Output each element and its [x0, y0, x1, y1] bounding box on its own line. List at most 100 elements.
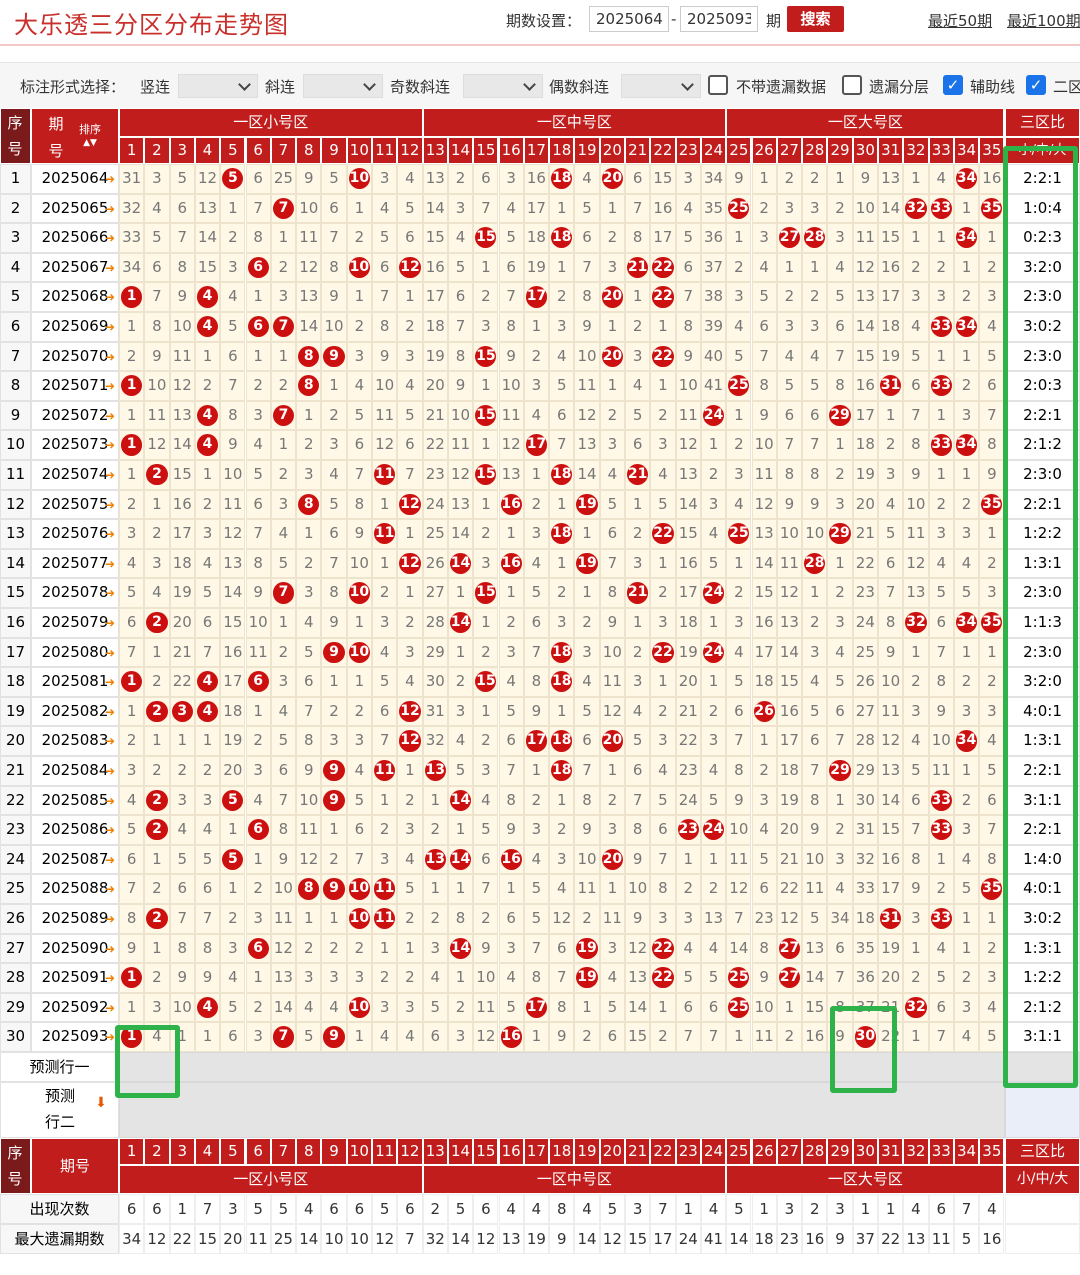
missing-count: 2	[759, 761, 769, 779]
missing-count: 2	[809, 169, 820, 187]
filter-vertical-select[interactable]	[178, 74, 258, 98]
missing-count: 2	[202, 376, 213, 395]
number-header: 3	[169, 137, 195, 164]
missing-count: 7	[278, 790, 289, 809]
missing-count: 3	[607, 938, 618, 957]
missing-count: 14	[299, 317, 319, 335]
filter-odd-diagonal-select[interactable]	[463, 74, 543, 98]
period-to-input[interactable]	[680, 6, 758, 32]
missing-count: 9	[784, 494, 795, 513]
missing-count: 1	[455, 879, 466, 898]
drawn-number-ball: 4	[196, 286, 219, 308]
recent-50-link[interactable]: 最近50期	[928, 10, 992, 31]
missing-count: 1	[708, 672, 719, 691]
missing-count: 10	[805, 524, 825, 543]
missing-count: 25	[273, 169, 293, 187]
missing-count: 1	[177, 731, 188, 750]
number-header: 30	[852, 1138, 878, 1165]
number-header: 28	[802, 1138, 828, 1165]
period-from-input[interactable]	[589, 6, 669, 32]
predict-row-1[interactable]	[119, 1052, 1080, 1082]
filter-even-diagonal-select[interactable]	[621, 74, 701, 98]
drawn-number-ball: 29	[829, 404, 851, 427]
missing-count: 17	[754, 642, 774, 661]
missing-count: 6	[683, 997, 694, 1016]
missing-count: 3	[329, 435, 339, 454]
missing-count: 8	[936, 672, 947, 691]
missing-count: 4	[329, 997, 339, 1016]
missing-count: 11	[147, 405, 167, 424]
missing-count: 17	[779, 731, 799, 750]
guide-line-checkbox[interactable]: ✓	[943, 75, 963, 95]
missing-count: 7	[228, 376, 238, 395]
missing-count: 2	[278, 642, 289, 661]
missing-count: 1	[556, 494, 567, 513]
missing-count: 11	[754, 465, 774, 483]
zone-footer: 一区中号区	[422, 1165, 727, 1194]
missing-count: 8	[253, 553, 263, 572]
missing-count: 7	[455, 317, 466, 335]
missing-count: 13	[805, 938, 825, 957]
missing-count: 9	[885, 642, 896, 661]
number-header: 24	[700, 1138, 727, 1165]
missing-count: 9	[177, 287, 188, 306]
number-header: 25	[726, 1138, 752, 1165]
missing-count: 12	[779, 909, 799, 927]
missing-count: 12	[299, 257, 319, 276]
missing-count: 2	[354, 938, 365, 957]
missing-count: 2	[987, 553, 997, 572]
stat-value: 1	[878, 1194, 904, 1224]
recent-100-link[interactable]: 最近100期	[1007, 10, 1080, 31]
missing-count: 1	[303, 909, 314, 927]
missing-count: 11	[906, 524, 926, 543]
no-missing-data-checkbox[interactable]	[708, 75, 728, 95]
missing-count: 2	[759, 198, 769, 217]
missing-count: 12	[147, 435, 167, 454]
missing-count: 18	[779, 761, 799, 779]
period-dash: -	[671, 10, 677, 28]
missing-count: 5	[455, 257, 466, 276]
missing-count: 1	[354, 613, 365, 631]
missing-count: 11	[375, 405, 395, 424]
missing-count: 3	[582, 642, 592, 661]
missing-count: 2	[253, 376, 263, 395]
missing-count: 13	[197, 198, 218, 217]
number-header: 12	[397, 137, 423, 164]
missing-count: 11	[602, 909, 622, 927]
missing-count: 3	[987, 968, 997, 987]
missing-count: 19	[855, 465, 875, 483]
missing-count: 3	[658, 731, 668, 750]
stat-ratio-cell	[1005, 1224, 1080, 1254]
missing-count: 4	[683, 198, 694, 217]
drawn-number-ball: 17	[525, 996, 548, 1019]
missing-count: 2	[987, 672, 997, 691]
highlight-box-zone3	[830, 1006, 897, 1093]
drawn-number-ball: 22	[652, 256, 674, 279]
missing-count: 9	[556, 1027, 567, 1046]
missing-count: 8	[253, 228, 263, 247]
missing-count: 2	[303, 938, 314, 957]
missing-count: 3	[278, 287, 289, 306]
missing-layer-checkbox[interactable]	[842, 75, 862, 95]
missing-count: 4	[835, 879, 845, 898]
missing-count: 5	[734, 672, 744, 691]
zone2-checkbox[interactable]: ✓	[1026, 75, 1046, 95]
sort-button[interactable]: 排序	[74, 121, 106, 137]
missing-count: 3	[481, 761, 491, 779]
drawn-number-ball: 14	[449, 789, 472, 811]
header-period-label: 号	[48, 142, 64, 160]
missing-count: 2	[126, 731, 137, 750]
filter-diagonal-select[interactable]	[303, 74, 383, 98]
number-header: 27	[776, 137, 803, 164]
search-button[interactable]: 搜索	[787, 6, 844, 32]
missing-count: 6	[835, 317, 845, 335]
missing-count: 1	[835, 435, 845, 454]
missing-count: 11	[450, 435, 471, 454]
missing-count: 13	[223, 553, 243, 572]
missing-count: 1	[228, 879, 238, 898]
missing-count: 5	[607, 494, 618, 513]
missing-count: 6	[506, 909, 516, 927]
missing-count: 31	[122, 169, 142, 187]
number-header: 34	[953, 137, 980, 164]
missing-count: 6	[481, 169, 491, 187]
